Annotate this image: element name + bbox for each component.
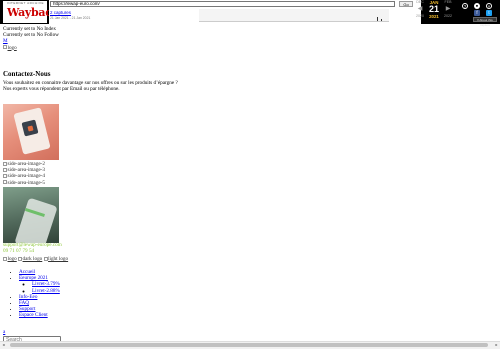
scroll-right-arrow-icon[interactable]: ▸ <box>493 342 500 348</box>
menu-item-espace-client: Espace Client <box>19 312 60 318</box>
contact-text-2: Nos experts vous répondent par Email ou … <box>3 86 120 92</box>
current-capture-column: JAN 21 2021 <box>427 0 441 24</box>
side-area-image-1 <box>3 104 59 160</box>
prev-capture-arrow[interactable]: ◀ <box>413 5 427 13</box>
dark-logo-link[interactable]: dark logo <box>18 256 43 262</box>
close-icon[interactable]: × <box>486 3 492 9</box>
scroll-left-arrow-icon[interactable]: ◂ <box>0 342 7 348</box>
side-images-list: side-area-image-2 side-area-image-3 side… <box>3 161 45 186</box>
prev-capture-column[interactable]: DEC ◀ 2020 <box>413 0 427 24</box>
wayback-panel: Go 2 captures 21 Jan 2021 - 21 Jan 2021 <box>49 0 421 24</box>
capture-date-range: 21 Jan 2021 - 21 Jan 2021 <box>50 16 91 20</box>
page-content: Currently set to No Index Currently set … <box>3 26 498 344</box>
next-capture-column[interactable]: FEB ▶ 2022 <box>441 0 455 24</box>
current-year: 2021 <box>429 14 439 19</box>
logo-link[interactable]: logo <box>3 256 17 262</box>
m-link[interactable]: M <box>3 38 8 44</box>
menu-link-info-eeo[interactable]: Info-Eeo <box>19 294 37 300</box>
menu-item-eeurope: Eeurope 2021 Livret-3.79% Livret-2.88% <box>19 275 60 294</box>
menu-link-accueil[interactable]: Accueil <box>19 269 35 275</box>
menu-link-livret-288[interactable]: Livret-2.88% <box>32 288 60 294</box>
contact-heading: Contactez-Nous <box>3 70 51 78</box>
menu-link-livret-379[interactable]: Livret-3.79% <box>32 281 60 287</box>
next-year: 2022 <box>444 14 452 18</box>
scrollbar-thumb[interactable] <box>10 343 488 347</box>
small-anchor-link[interactable]: a <box>3 329 5 335</box>
menu-link-support[interactable]: Support <box>19 306 35 312</box>
go-button[interactable]: Go <box>399 1 413 7</box>
captures-link[interactable]: 2 captures <box>50 10 71 15</box>
capture-sparkline[interactable] <box>199 9 389 22</box>
side-area-image-5: side-area-image-5 <box>3 180 45 186</box>
wayback-toolbar: INTERNET ARCHIVE WaybackMachine Go 2 cap… <box>0 0 500 27</box>
menu-link-espace-client[interactable]: Espace Client <box>19 312 48 318</box>
help-icon[interactable]: ? <box>462 3 468 9</box>
phone-link[interactable]: 09 71 07 79 54 <box>3 248 68 254</box>
menu-link-faq[interactable]: FAQ <box>19 300 29 306</box>
url-input[interactable] <box>50 1 395 7</box>
about-capture-button[interactable]: ▾ About this capture <box>473 17 497 27</box>
wayback-logo[interactable]: INTERNET ARCHIVE WaybackMachine <box>3 1 110 23</box>
user-icon[interactable]: ● <box>474 3 480 9</box>
side-area-image-6 <box>3 187 59 243</box>
facebook-icon[interactable]: f <box>474 10 480 16</box>
light-logo-link[interactable]: light logo <box>44 256 68 262</box>
logo-image-link[interactable]: logo <box>3 45 17 51</box>
next-capture-arrow[interactable]: ▶ <box>441 5 455 13</box>
main-menu: Accueil Eeurope 2021 Livret-3.79% Livret… <box>3 269 60 319</box>
twitter-icon[interactable]: t <box>486 10 492 16</box>
menu-link-eeurope[interactable]: Eeurope 2021 <box>19 275 48 281</box>
current-day: 21 <box>428 4 439 14</box>
logo-tagline: INTERNET ARCHIVE <box>7 1 44 5</box>
prev-year: 2020 <box>416 14 424 18</box>
